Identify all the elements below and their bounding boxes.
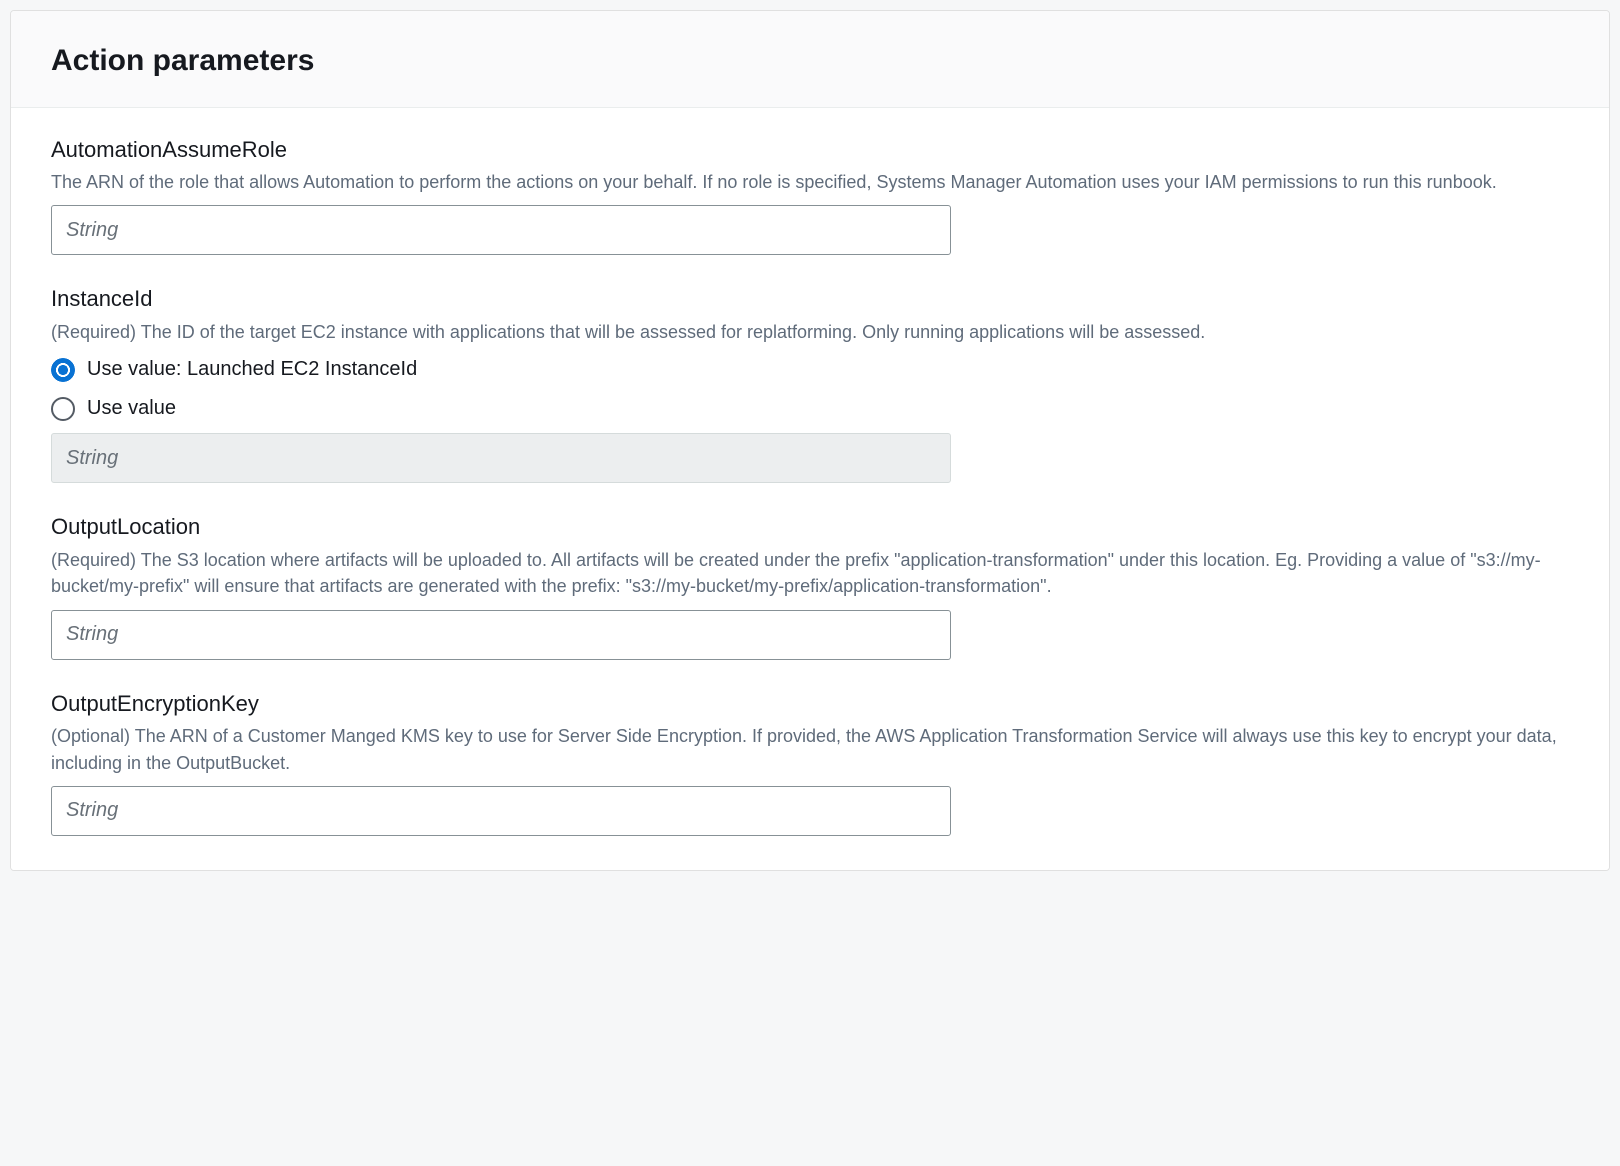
output-location-input[interactable] xyxy=(51,610,951,660)
param-label: InstanceId xyxy=(51,283,1569,315)
panel-body: AutomationAssumeRole The ARN of the role… xyxy=(11,108,1609,870)
param-description: The ARN of the role that allows Automati… xyxy=(51,169,1569,195)
panel-header: Action parameters xyxy=(11,11,1609,108)
radio-label: Use value xyxy=(87,394,176,423)
output-encryption-key-input[interactable] xyxy=(51,786,951,836)
param-description: (Required) The ID of the target EC2 inst… xyxy=(51,319,1569,345)
param-instance-id: InstanceId (Required) The ID of the targ… xyxy=(51,283,1569,483)
automation-assume-role-input[interactable] xyxy=(51,205,951,255)
radio-label: Use value: Launched EC2 InstanceId xyxy=(87,355,417,384)
action-parameters-panel: Action parameters AutomationAssumeRole T… xyxy=(10,10,1610,871)
param-output-encryption-key: OutputEncryptionKey (Optional) The ARN o… xyxy=(51,688,1569,836)
radio-icon[interactable] xyxy=(51,358,75,382)
param-label: OutputEncryptionKey xyxy=(51,688,1569,720)
param-automation-assume-role: AutomationAssumeRole The ARN of the role… xyxy=(51,134,1569,256)
param-description: (Required) The S3 location where artifac… xyxy=(51,547,1569,599)
param-label: OutputLocation xyxy=(51,511,1569,543)
instance-id-option-custom[interactable]: Use value xyxy=(51,394,1569,423)
instance-id-option-launched[interactable]: Use value: Launched EC2 InstanceId xyxy=(51,355,1569,384)
radio-icon[interactable] xyxy=(51,397,75,421)
instance-id-input xyxy=(51,433,951,483)
param-label: AutomationAssumeRole xyxy=(51,134,1569,166)
param-output-location: OutputLocation (Required) The S3 locatio… xyxy=(51,511,1569,659)
panel-title: Action parameters xyxy=(51,39,1569,83)
param-description: (Optional) The ARN of a Customer Manged … xyxy=(51,723,1569,775)
